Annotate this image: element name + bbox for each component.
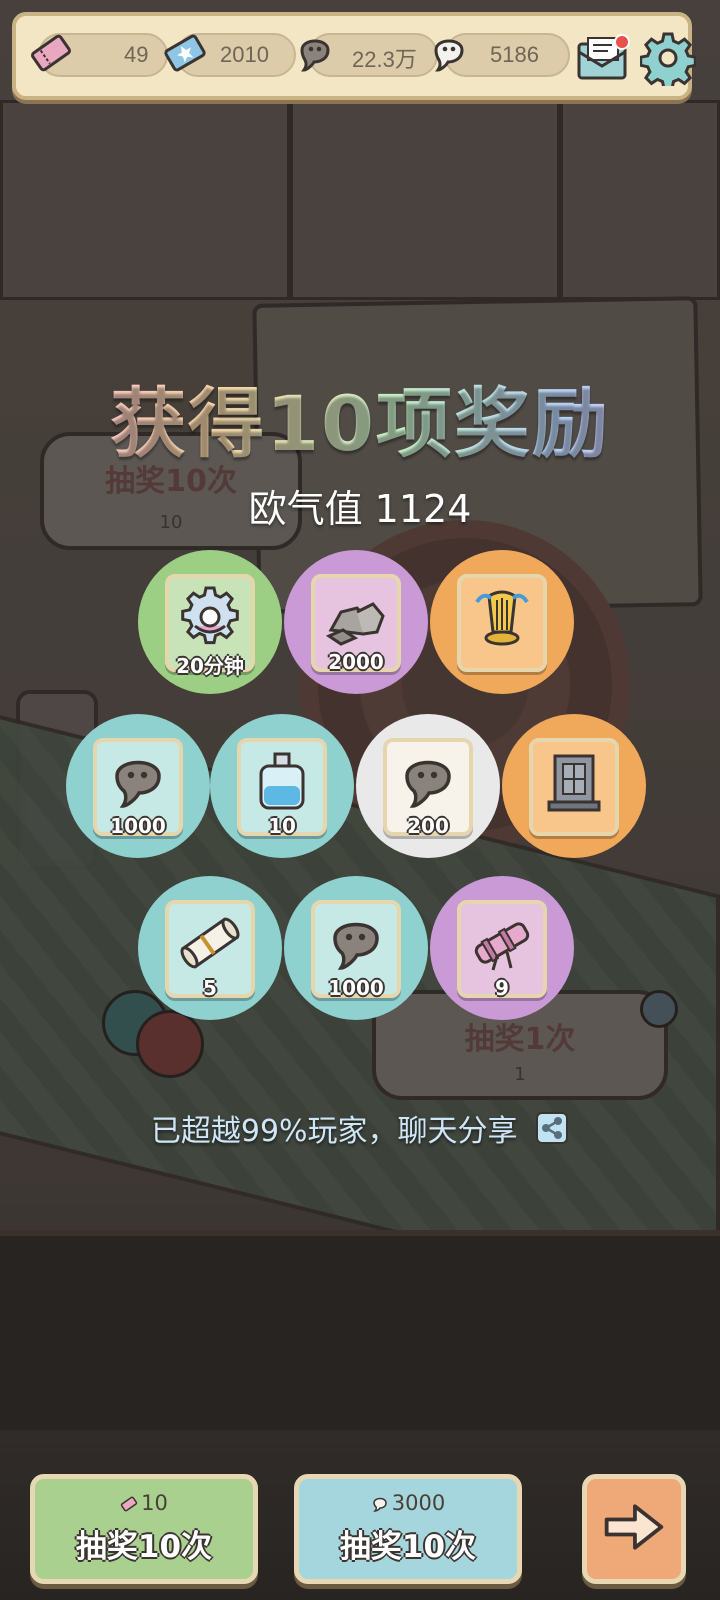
arrow-right-icon bbox=[604, 1504, 664, 1550]
luck-value-label: 欧气值 1124 bbox=[248, 487, 472, 531]
reward-quantity: 9 bbox=[495, 976, 509, 1000]
reward-quantity: 20分钟 bbox=[176, 654, 244, 678]
share-text: 已超越99%玩家，聊天分享 bbox=[150, 1114, 518, 1149]
reward-slot[interactable]: 1000 bbox=[66, 714, 210, 858]
reward-quantity: 1000 bbox=[110, 814, 166, 838]
ticket-count: 49 bbox=[124, 42, 149, 67]
mail-icon[interactable] bbox=[576, 34, 632, 82]
reward-slot[interactable]: 10 bbox=[210, 714, 354, 858]
reward-slot[interactable]: 2000 bbox=[284, 550, 428, 694]
share-row[interactable]: 已超越99%玩家，聊天分享 bbox=[0, 1106, 720, 1150]
gray-spirit-icon bbox=[300, 39, 330, 72]
ticket-icon bbox=[120, 1496, 138, 1512]
reward-slot[interactable]: 5 bbox=[138, 876, 282, 1020]
ticket-icon bbox=[31, 34, 71, 72]
draw-10-spirit-label: 抽奖10次 bbox=[339, 1529, 477, 1565]
share-icon[interactable] bbox=[535, 1111, 569, 1145]
reward-slot[interactable]: 20分钟 bbox=[138, 550, 282, 694]
golden-harp-icon bbox=[475, 590, 529, 646]
draw-10-ticket-label: 抽奖10次 bbox=[75, 1529, 213, 1565]
draw-10-spirit-cost-value: 3000 bbox=[391, 1491, 446, 1515]
stones-icon bbox=[325, 602, 385, 646]
gray-spirit-icon bbox=[405, 760, 451, 808]
stone-tablet-icon bbox=[547, 754, 601, 812]
draw-10-spirit-button[interactable]: 3000 抽奖10次 bbox=[294, 1474, 522, 1584]
cannon-icon bbox=[474, 922, 530, 971]
reward-slot[interactable] bbox=[502, 714, 646, 858]
gear-icon bbox=[181, 586, 239, 645]
reward-slot[interactable]: 1000 bbox=[284, 876, 428, 1020]
reward-quantity: 2000 bbox=[328, 650, 384, 674]
draw-10-ticket-button[interactable]: 10 抽奖10次 bbox=[30, 1474, 258, 1584]
gray-spirit-icon bbox=[115, 760, 161, 808]
reward-slot[interactable]: 9 bbox=[430, 876, 574, 1020]
reward-slot[interactable]: 200 bbox=[356, 714, 500, 858]
star-ticket-icon bbox=[164, 34, 206, 72]
draw-10-ticket-cost: 10 bbox=[35, 1491, 253, 1515]
scroll-icon bbox=[180, 917, 240, 969]
star-ticket-count: 2010 bbox=[220, 42, 269, 67]
resource-bar: 49 2010 22.3万 5186 bbox=[12, 12, 696, 100]
reward-quantity: 200 bbox=[407, 814, 449, 838]
notification-dot bbox=[614, 34, 630, 50]
draw-10-ticket-cost-value: 10 bbox=[141, 1491, 168, 1515]
reward-quantity: 5 bbox=[203, 976, 217, 1000]
gray-spirit-icon bbox=[333, 922, 379, 970]
reward-slot[interactable] bbox=[430, 550, 574, 694]
reward-quantity: 1000 bbox=[328, 976, 384, 1000]
potion-bottle-icon bbox=[259, 752, 305, 810]
gray-spirit-count: 22.3万 bbox=[352, 47, 417, 72]
reward-title: 获得10项奖励 bbox=[0, 362, 720, 472]
white-spirit-icon bbox=[434, 39, 464, 72]
settings-gear-icon[interactable] bbox=[640, 30, 696, 86]
reward-quantity: 10 bbox=[268, 814, 296, 838]
white-spirit-count: 5186 bbox=[490, 42, 539, 67]
draw-10-spirit-cost: 3000 bbox=[299, 1491, 517, 1515]
next-arrow-button[interactable] bbox=[582, 1474, 686, 1584]
white-spirit-icon bbox=[372, 1497, 387, 1512]
